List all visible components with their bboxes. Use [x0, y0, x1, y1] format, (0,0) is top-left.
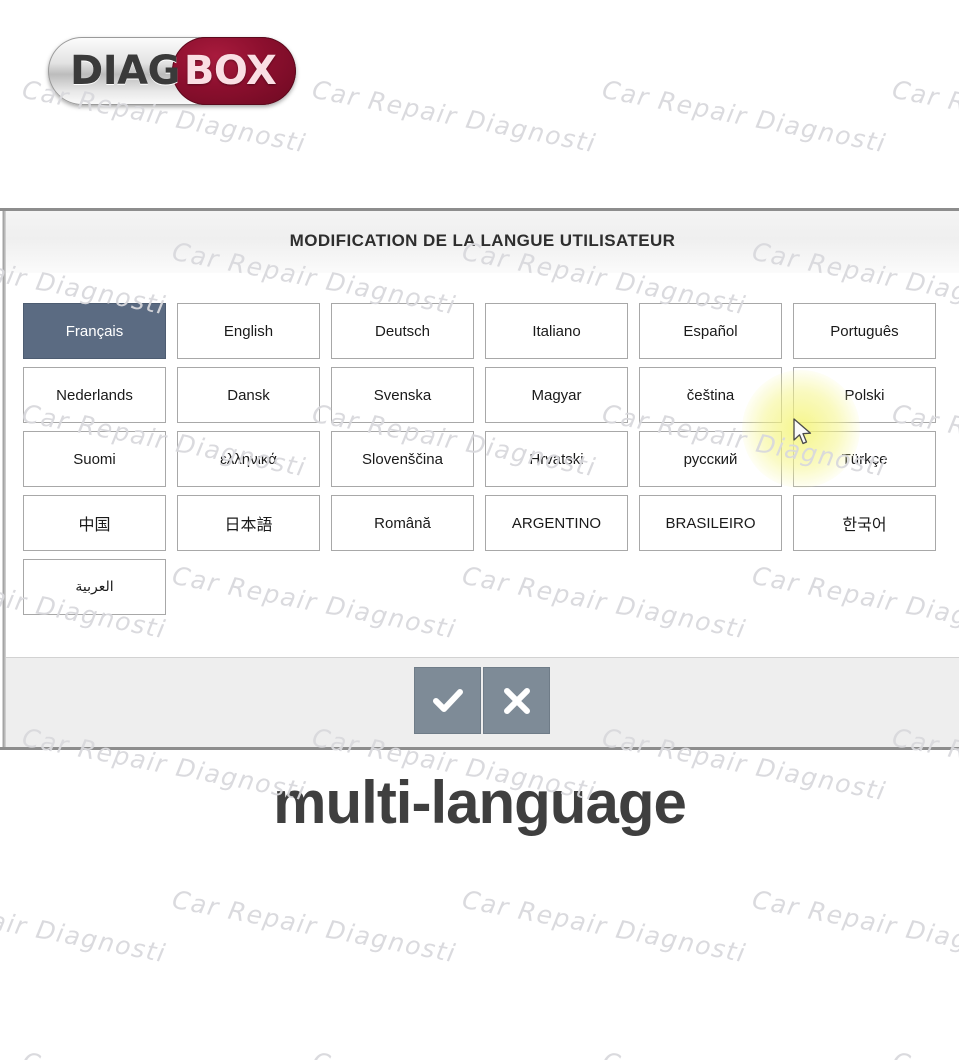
language-button-label: العربية — [75, 579, 114, 595]
logo-text-diag: DIAG — [70, 48, 180, 94]
language-button-label: 한국어 — [842, 515, 887, 534]
bottom-caption: multi-language — [273, 769, 687, 836]
language-button-label: Polski — [844, 386, 885, 404]
language-button[interactable]: ARGENTINO — [485, 495, 628, 551]
language-button[interactable]: Italiano — [485, 303, 628, 359]
language-button-label: BRASILEIRO — [665, 514, 756, 532]
language-button[interactable]: English — [177, 303, 320, 359]
language-row: العربية — [23, 559, 939, 615]
language-button-label: Deutsch — [374, 322, 431, 340]
language-button-label: 日本語 — [224, 515, 273, 534]
language-button-label: 中国 — [78, 515, 111, 534]
language-button-label: Suomi — [73, 450, 116, 468]
language-row: Suomi ελληνικά Slovenščina Hrvatski русский T… — [23, 431, 939, 487]
language-button-label: Magyar — [531, 386, 582, 404]
footer-actions — [414, 667, 550, 734]
language-button[interactable]: Svenska — [331, 367, 474, 423]
language-button-label: Italiano — [532, 322, 581, 340]
watermark-text: Car Repair Diagnosti — [0, 885, 169, 969]
diagbox-logo: DIAG BOX — [48, 37, 296, 105]
language-button-label: Dansk — [227, 386, 270, 404]
language-button-label: Svenska — [373, 386, 432, 404]
language-button-label: Español — [683, 322, 738, 340]
language-row: Nederlands Dansk Svenska Magyar čeština Polsk… — [23, 367, 939, 423]
language-button-label: ελληνικά — [220, 450, 277, 468]
close-icon — [500, 684, 534, 718]
language-button[interactable]: Magyar — [485, 367, 628, 423]
dialog-header: MODIFICATION DE LA LANGUE UTILISATEUR — [6, 211, 959, 273]
language-button[interactable]: BRASILEIRO — [639, 495, 782, 551]
language-button-label: Nederlands — [56, 386, 133, 404]
language-button-label: Slovenščina — [362, 450, 443, 468]
language-button[interactable]: Polski — [793, 367, 936, 423]
language-button[interactable]: ελληνικά — [177, 431, 320, 487]
watermark-text: Car Repair Diagnosti — [890, 1047, 959, 1060]
language-button[interactable]: Deutsch — [331, 303, 474, 359]
check-icon — [431, 684, 465, 718]
language-button-label: Português — [830, 322, 899, 340]
language-button-label: русский — [683, 450, 738, 468]
dialog-footer — [6, 657, 959, 747]
language-row: Français English Deutsch Italiano Español Por… — [23, 303, 939, 359]
watermark-text: Car Repair Diagnosti — [749, 884, 959, 969]
language-button-label: Français — [65, 322, 124, 340]
language-row: 中国 日本語 Română ARGENTINO BRASILEIRO 한국어 — [23, 495, 939, 551]
language-button-label: ARGENTINO — [511, 514, 602, 532]
language-button[interactable]: русский — [639, 431, 782, 487]
watermark-text: Car Repair Diagnosti — [20, 1047, 309, 1060]
watermark-text: Car Repair Diagnosti — [600, 1047, 889, 1060]
language-button[interactable]: العربية — [23, 559, 166, 615]
language-button[interactable]: Español — [639, 303, 782, 359]
watermark-text: Car Repair Diagnosti — [459, 884, 749, 969]
language-dialog: MODIFICATION DE LA LANGUE UTILISATEUR Fr… — [0, 208, 959, 750]
logo-text-box: BOX — [183, 48, 277, 94]
language-grid: Français English Deutsch Italiano Español Por… — [23, 303, 939, 623]
confirm-button[interactable] — [414, 667, 481, 734]
language-button-label: Română — [374, 514, 431, 532]
language-button[interactable]: Nederlands — [23, 367, 166, 423]
language-button[interactable]: Français — [23, 303, 166, 359]
watermark-text: Car Repair Diagnosti — [310, 1047, 599, 1060]
logo-area: DIAG BOX — [0, 0, 959, 208]
language-button[interactable]: Slovenščina — [331, 431, 474, 487]
language-button[interactable]: Suomi — [23, 431, 166, 487]
language-button[interactable]: 中国 — [23, 495, 166, 551]
language-button[interactable]: Português — [793, 303, 936, 359]
page-title: MODIFICATION DE LA LANGUE UTILISATEUR — [289, 231, 676, 250]
language-button[interactable]: 日本語 — [177, 495, 320, 551]
watermark-text: Car Repair Diagnosti — [169, 884, 459, 969]
language-button[interactable]: Dansk — [177, 367, 320, 423]
language-button-label: čeština — [686, 386, 735, 404]
language-button[interactable]: Türkçe — [793, 431, 936, 487]
language-button-label: English — [223, 322, 274, 340]
language-button-label: Türkçe — [841, 450, 888, 468]
cancel-button[interactable] — [483, 667, 550, 734]
language-button[interactable]: Hrvatski — [485, 431, 628, 487]
language-button[interactable]: Română — [331, 495, 474, 551]
language-button-label: Hrvatski — [529, 450, 584, 468]
language-button[interactable]: 한국어 — [793, 495, 936, 551]
language-button[interactable]: čeština — [639, 367, 782, 423]
